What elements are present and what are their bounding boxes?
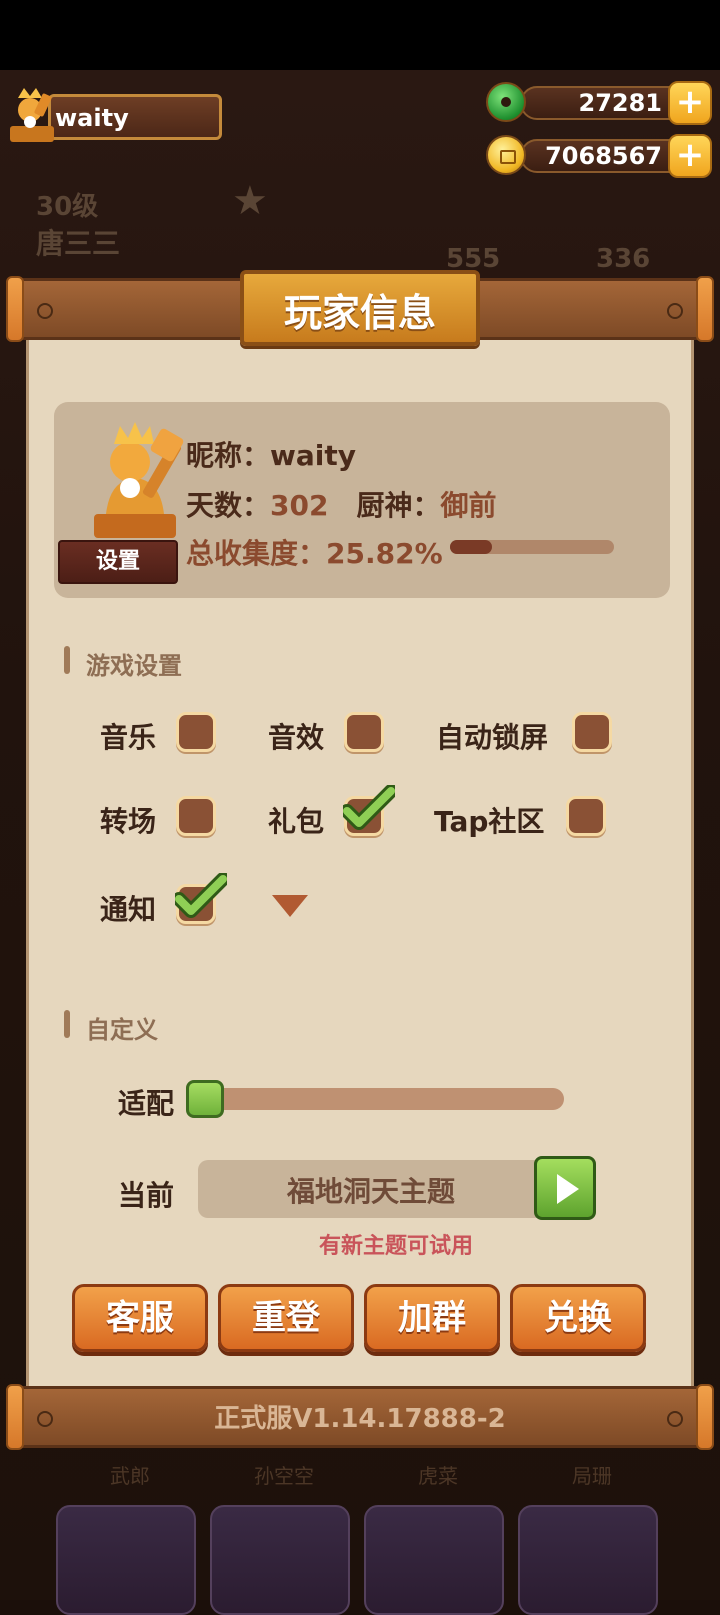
- bg-char-name: 局珊: [572, 1464, 612, 1488]
- game-settings-title: 游戏设置: [86, 652, 182, 680]
- autolock-checkbox[interactable]: [572, 712, 612, 752]
- nickname-label: 昵称：: [186, 439, 271, 472]
- coin-counter: 7068567 +: [484, 133, 714, 179]
- stat-b: 336: [596, 244, 651, 274]
- adapt-slider-track[interactable]: [186, 1088, 564, 1110]
- join-group-button[interactable]: 加群: [364, 1284, 500, 1352]
- jade-gem-icon: [486, 82, 526, 122]
- bg-char-name: 虎菜: [418, 1464, 458, 1488]
- option-label: 音效: [268, 721, 325, 754]
- music-checkbox[interactable]: [176, 712, 216, 752]
- version-label: 正式服V1.14.17888-2: [214, 1404, 506, 1434]
- notification-checkbox[interactable]: [175, 873, 227, 924]
- settings-button[interactable]: 设置: [58, 540, 178, 584]
- player-title: 唐三三: [36, 227, 121, 260]
- days-value: 302: [270, 489, 329, 522]
- chef-statue-icon: [94, 422, 184, 538]
- scroll-end: [696, 276, 714, 342]
- sfx-checkbox[interactable]: [344, 712, 384, 752]
- gem-counter: 27281 +: [484, 80, 714, 126]
- collection-progress-fill: [450, 540, 493, 554]
- theme-name: 福地洞天主题: [286, 1175, 455, 1208]
- chef-value: 御前: [440, 489, 497, 522]
- chef-label: 厨神：: [356, 489, 441, 522]
- star-icon: ★: [232, 178, 268, 224]
- status-bar: [0, 0, 720, 70]
- modal-title: 玩家信息: [283, 291, 436, 335]
- custom-title: 自定义: [86, 1016, 158, 1044]
- relogin-button[interactable]: 重登: [218, 1284, 354, 1352]
- bg-char-card: [364, 1505, 504, 1615]
- current-label: 当前: [118, 1179, 175, 1212]
- new-theme-hint: 有新主题可试用: [318, 1234, 473, 1259]
- player-level: 30级: [36, 192, 99, 222]
- nickname-value: waity: [270, 439, 357, 472]
- tap-community-checkbox[interactable]: [566, 796, 606, 836]
- add-coins-button[interactable]: +: [668, 134, 712, 178]
- collection-row: 总收集度：25.82%: [186, 532, 443, 572]
- giftpack-checkbox[interactable]: [343, 785, 395, 836]
- player-name: waity: [55, 104, 129, 132]
- customer-service-button[interactable]: 客服: [72, 1284, 208, 1352]
- scroll-end: [6, 276, 24, 342]
- collection-value: 25.82%: [326, 537, 443, 570]
- option-label: 转场: [100, 805, 157, 838]
- bg-char-name: 武郎: [110, 1464, 150, 1488]
- nickname-row: 昵称：waity: [186, 434, 356, 474]
- bg-char-card: [56, 1505, 196, 1615]
- option-label: Tap社区: [434, 805, 545, 838]
- checkmark-icon: [175, 873, 227, 918]
- add-gems-button[interactable]: +: [668, 81, 712, 125]
- days-label: 天数：: [186, 489, 271, 522]
- section-marker: [64, 646, 70, 674]
- days-row: 天数：302 厨神：御前: [186, 484, 497, 524]
- collection-label: 总收集度：: [186, 537, 327, 570]
- option-label: 音乐: [100, 721, 157, 754]
- coin-value: 7068567: [545, 142, 662, 170]
- checkmark-icon: [343, 785, 395, 830]
- gem-value: 27281: [578, 89, 663, 117]
- player-avatar-icon: [10, 88, 54, 142]
- bg-char-name: 孙空空: [254, 1464, 314, 1488]
- adapt-slider-knob[interactable]: [186, 1080, 224, 1118]
- coin-icon: [486, 135, 526, 175]
- section-marker: [64, 1010, 70, 1038]
- dropdown-arrow-icon[interactable]: [272, 895, 308, 917]
- bg-char-card: [518, 1505, 658, 1615]
- option-label: 礼包: [268, 805, 325, 838]
- redeem-button[interactable]: 兑换: [510, 1284, 646, 1352]
- transition-checkbox[interactable]: [176, 796, 216, 836]
- option-label: 通知: [100, 893, 157, 926]
- bg-char-card: [210, 1505, 350, 1615]
- theme-play-button[interactable]: [534, 1156, 596, 1220]
- option-label: 自动锁屏: [436, 721, 549, 754]
- adapt-label: 适配: [118, 1087, 175, 1120]
